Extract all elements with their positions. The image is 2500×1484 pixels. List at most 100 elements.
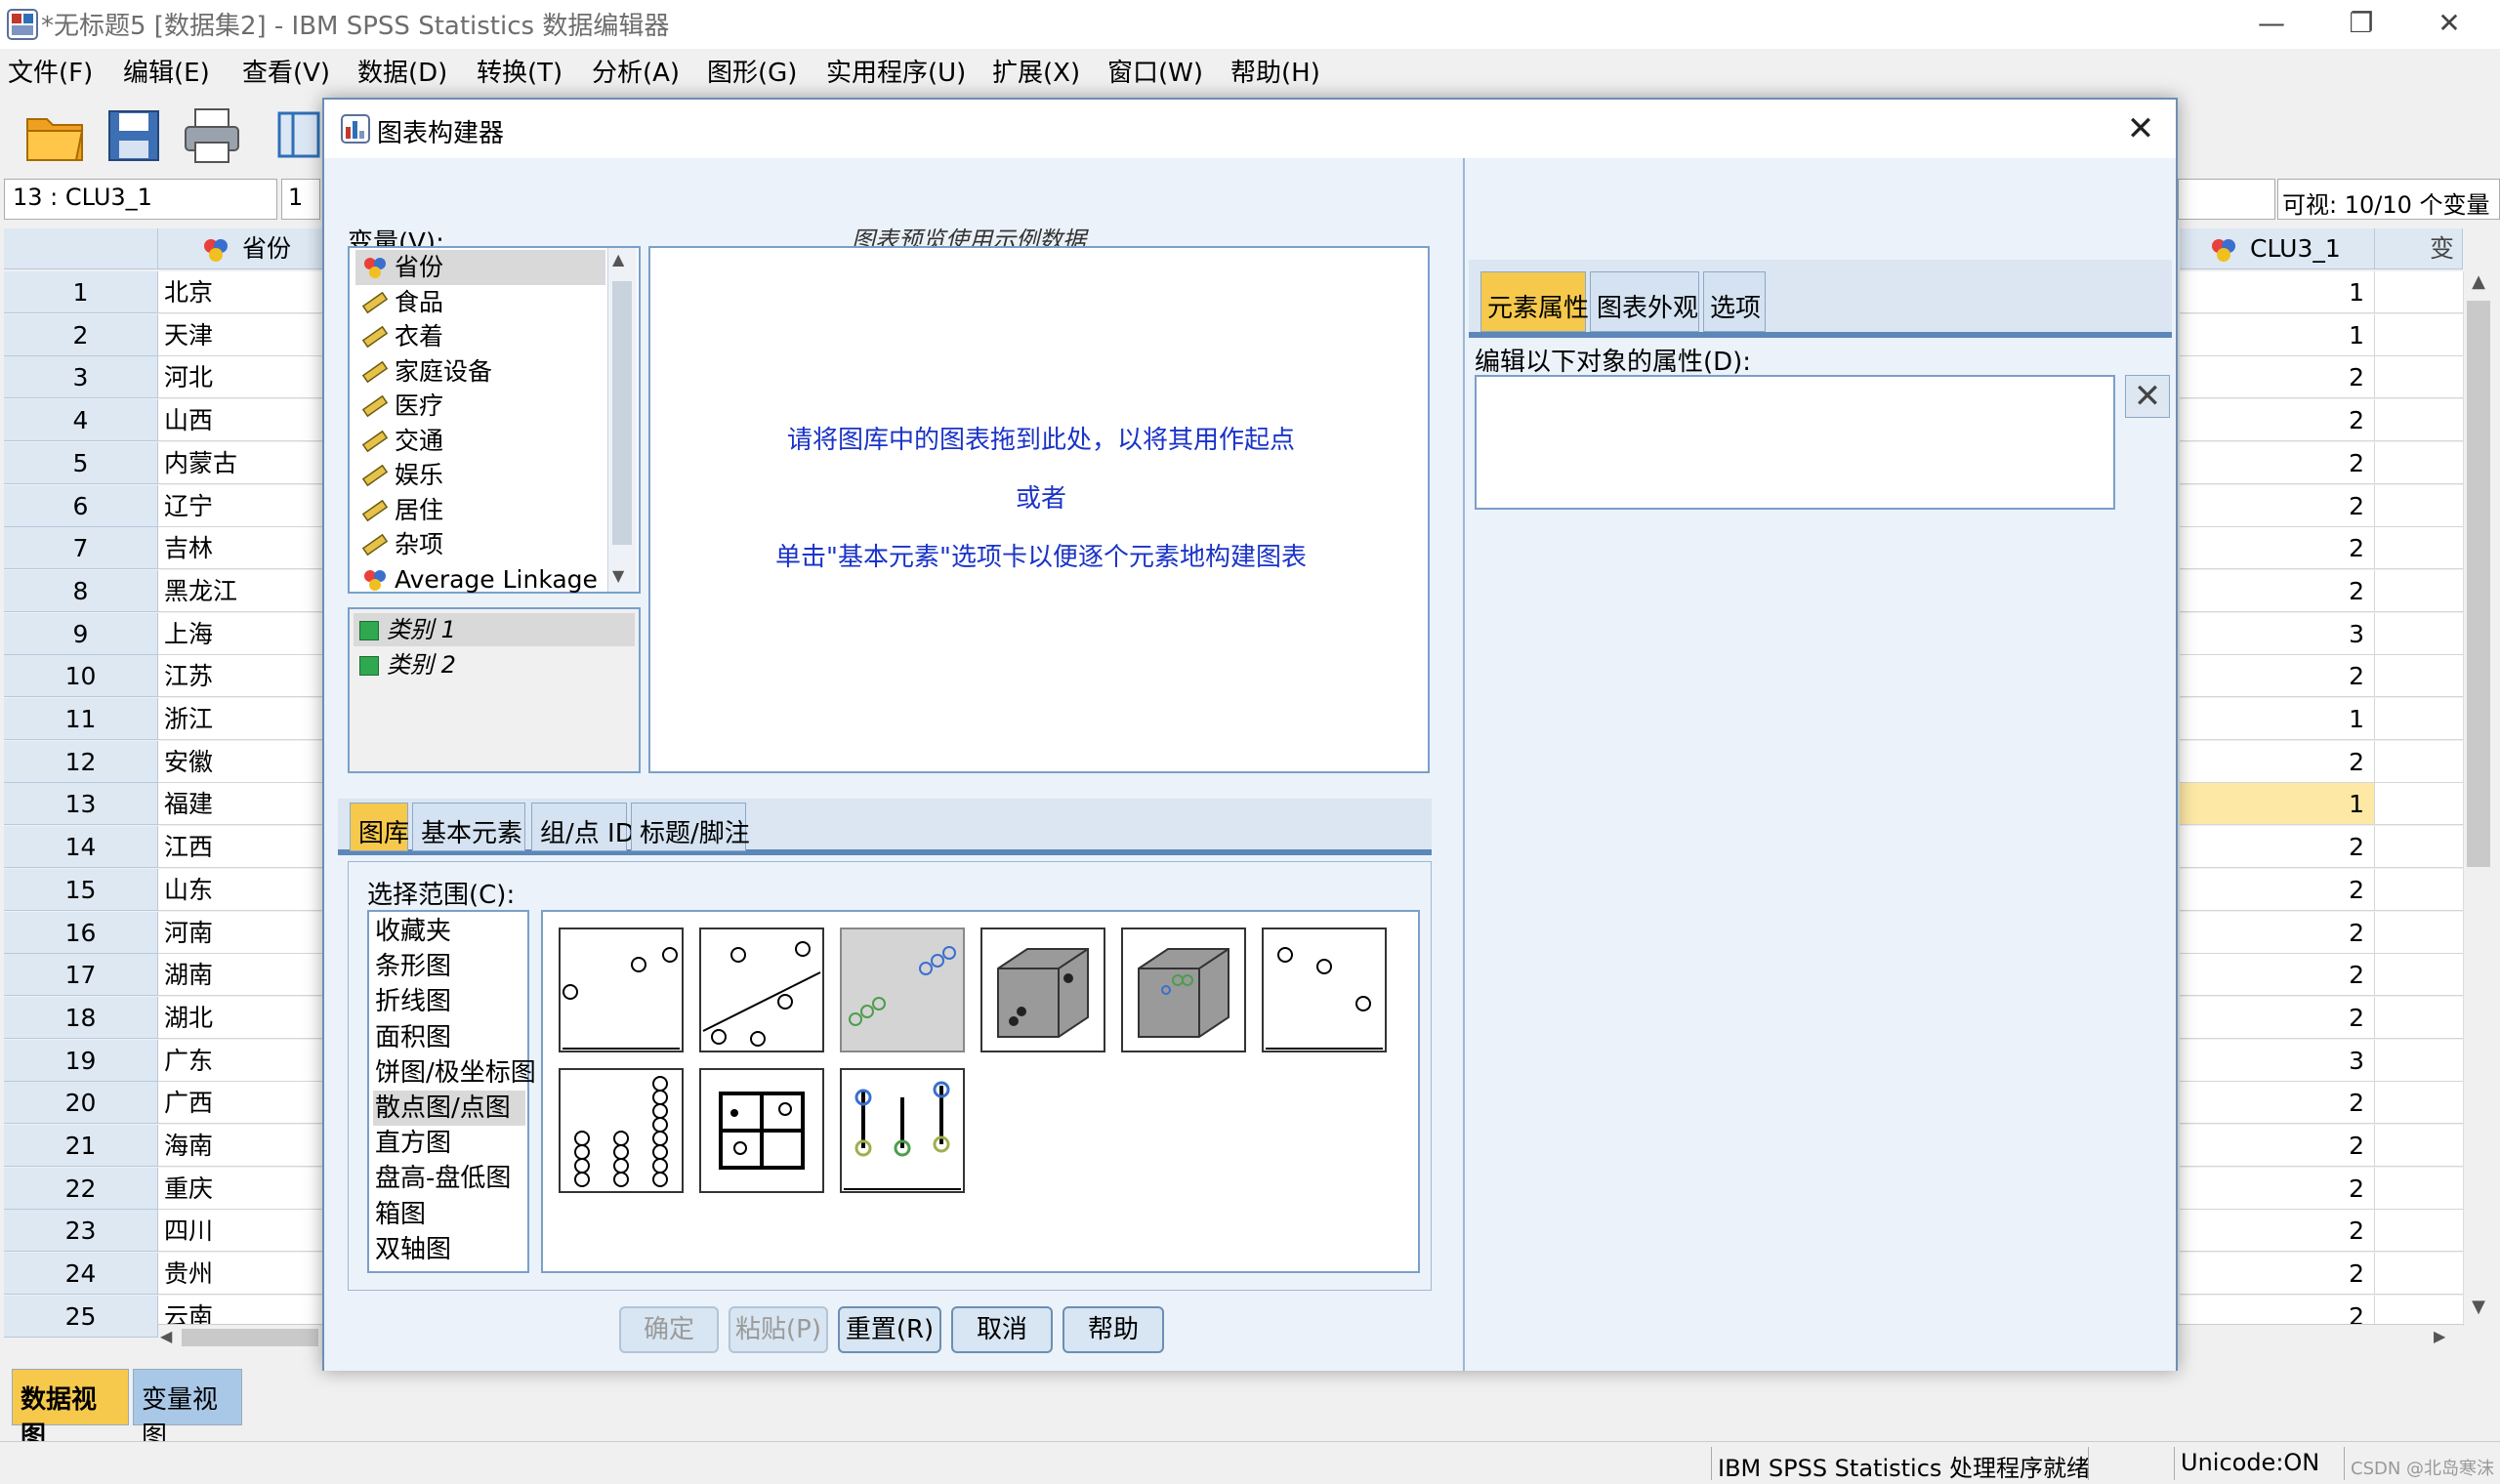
tab-titles-footnotes[interactable]: 标题/脚注 (631, 803, 750, 851)
scroll-down-icon[interactable]: ▼ (2466, 1297, 2491, 1324)
empty-cell[interactable] (2375, 1167, 2463, 1210)
variable-item[interactable]: 省份 (355, 250, 605, 285)
tab-groups-point-id[interactable]: 组/点 ID (531, 803, 635, 851)
chart-type-item[interactable]: 面积图 (373, 1020, 525, 1055)
chart-type-list[interactable]: 收藏夹 条形图 折线图 面积图 饼图/极坐标图 散点图/点图 直方图 盘高-盘低图 箱图 双轴图 (367, 910, 536, 1273)
province-cell[interactable]: 湖北 (158, 996, 324, 1039)
cell-value-field-extension[interactable] (2178, 179, 2275, 220)
cluster-cell[interactable]: 2 (2180, 911, 2375, 954)
hscroll-thumb[interactable] (182, 1329, 318, 1346)
province-cell[interactable]: 重庆 (158, 1167, 324, 1210)
empty-cell[interactable] (2375, 271, 2463, 313)
cluster-cell[interactable]: 2 (2180, 484, 2375, 527)
cluster-cell[interactable]: 2 (2180, 1082, 2375, 1125)
summary-point-thumbnail[interactable] (1262, 928, 1387, 1052)
row-number[interactable]: 24 (4, 1253, 158, 1296)
empty-cell[interactable] (2375, 740, 2463, 783)
cluster-cell[interactable]: 2 (2180, 868, 2375, 911)
cluster-cell[interactable]: 2 (2180, 655, 2375, 698)
row-number[interactable]: 6 (4, 484, 158, 527)
close-window-button[interactable]: ✕ (2430, 6, 2469, 41)
chart-type-item[interactable]: 饼图/极坐标图 (373, 1055, 536, 1091)
scroll-right-icon[interactable]: ▶ (2434, 1327, 2453, 1348)
empty-cell[interactable] (2375, 911, 2463, 954)
province-cell[interactable]: 山西 (158, 399, 324, 442)
empty-cell[interactable] (2375, 783, 2463, 826)
variable-item[interactable]: 娱乐 (355, 458, 605, 493)
cluster-cell[interactable]: 3 (2180, 612, 2375, 655)
empty-cell[interactable] (2375, 1125, 2463, 1167)
open-folder-icon[interactable] (21, 102, 90, 170)
menu-edit[interactable]: 编辑(E) (123, 53, 210, 89)
empty-cell[interactable] (2375, 313, 2463, 356)
row-number[interactable]: 25 (4, 1295, 158, 1338)
help-button[interactable]: 帮助 (1062, 1306, 1164, 1353)
empty-cell[interactable] (2375, 826, 2463, 869)
row-number[interactable]: 19 (4, 1039, 158, 1082)
menu-utilities[interactable]: 实用程序(U) (826, 53, 966, 89)
cluster-cell[interactable]: 2 (2180, 569, 2375, 612)
variable-list-scrollbar[interactable]: ▲ ▼ (607, 248, 637, 592)
save-icon[interactable] (100, 102, 168, 170)
dialog-close-button[interactable]: ✕ (2119, 107, 2162, 150)
scroll-thumb[interactable] (2467, 301, 2490, 867)
cluster-cell[interactable]: 2 (2180, 1167, 2375, 1210)
row-number[interactable]: 11 (4, 698, 158, 740)
variable-item[interactable]: 衣着 (355, 319, 605, 354)
tab-gallery[interactable]: 图库 (350, 803, 409, 851)
row-number[interactable]: 8 (4, 569, 158, 612)
cluster-cell[interactable]: 2 (2180, 527, 2375, 570)
chart-type-item[interactable]: 散点图/点图 (373, 1091, 525, 1126)
province-cell[interactable]: 天津 (158, 313, 324, 356)
province-cell[interactable]: 湖南 (158, 954, 324, 997)
province-cell[interactable]: 广西 (158, 1082, 324, 1125)
row-number[interactable]: 13 (4, 783, 158, 826)
menu-analyze[interactable]: 分析(A) (592, 53, 680, 89)
empty-cell[interactable] (2375, 569, 2463, 612)
scatter-fit-line-thumbnail[interactable] (699, 928, 824, 1052)
paste-button[interactable]: 粘贴(P) (729, 1306, 828, 1353)
row-header-corner[interactable] (4, 228, 158, 269)
province-cell[interactable]: 贵州 (158, 1253, 324, 1296)
drop-line-thumbnail[interactable] (840, 1068, 965, 1193)
empty-cell[interactable] (2375, 356, 2463, 399)
column-header-next[interactable]: 变 (2375, 228, 2463, 269)
row-number[interactable]: 10 (4, 655, 158, 698)
row-number[interactable]: 17 (4, 954, 158, 997)
dot-plot-thumbnail[interactable] (559, 1068, 684, 1193)
empty-cell[interactable] (2375, 441, 2463, 484)
cancel-button[interactable]: 取消 (951, 1306, 1053, 1353)
scatterplot-matrix-thumbnail[interactable] (699, 1068, 824, 1193)
chart-type-item[interactable]: 直方图 (373, 1126, 525, 1161)
tab-chart-appearance[interactable]: 图表外观 (1590, 271, 1699, 332)
column-header-clu3[interactable]: CLU3_1 (2180, 228, 2375, 269)
province-cell[interactable]: 广东 (158, 1039, 324, 1082)
province-cell[interactable]: 河北 (158, 356, 324, 399)
province-cell[interactable]: 海南 (158, 1125, 324, 1167)
menu-help[interactable]: 帮助(H) (1230, 53, 1320, 89)
cluster-cell[interactable]: 2 (2180, 356, 2375, 399)
variable-item[interactable]: 居住 (355, 493, 605, 528)
row-number[interactable]: 21 (4, 1125, 158, 1167)
province-cell[interactable]: 安徽 (158, 740, 324, 783)
row-number[interactable]: 15 (4, 868, 158, 911)
row-number[interactable]: 18 (4, 996, 158, 1039)
row-number[interactable]: 3 (4, 356, 158, 399)
empty-cell[interactable] (2375, 655, 2463, 698)
cluster-cell[interactable]: 2 (2180, 441, 2375, 484)
cluster-cell[interactable]: 1 (2180, 271, 2375, 313)
menu-window[interactable]: 窗口(W) (1107, 53, 1203, 89)
chart-type-item[interactable]: 收藏夹 (373, 914, 525, 949)
row-number[interactable]: 9 (4, 612, 158, 655)
tab-element-properties[interactable]: 元素属性 (1480, 271, 1589, 332)
empty-cell[interactable] (2375, 399, 2463, 442)
variable-item[interactable]: 食品 (355, 285, 605, 320)
province-cell[interactable]: 浙江 (158, 698, 324, 740)
province-cell[interactable]: 福建 (158, 783, 324, 826)
chart-type-item[interactable]: 双轴图 (373, 1232, 525, 1267)
province-cell[interactable]: 内蒙古 (158, 441, 324, 484)
row-number[interactable]: 23 (4, 1210, 158, 1253)
minimize-button[interactable]: — (2252, 6, 2291, 41)
province-cell[interactable]: 四川 (158, 1210, 324, 1253)
data-view-tab[interactable]: 数据视图 (12, 1369, 129, 1451)
